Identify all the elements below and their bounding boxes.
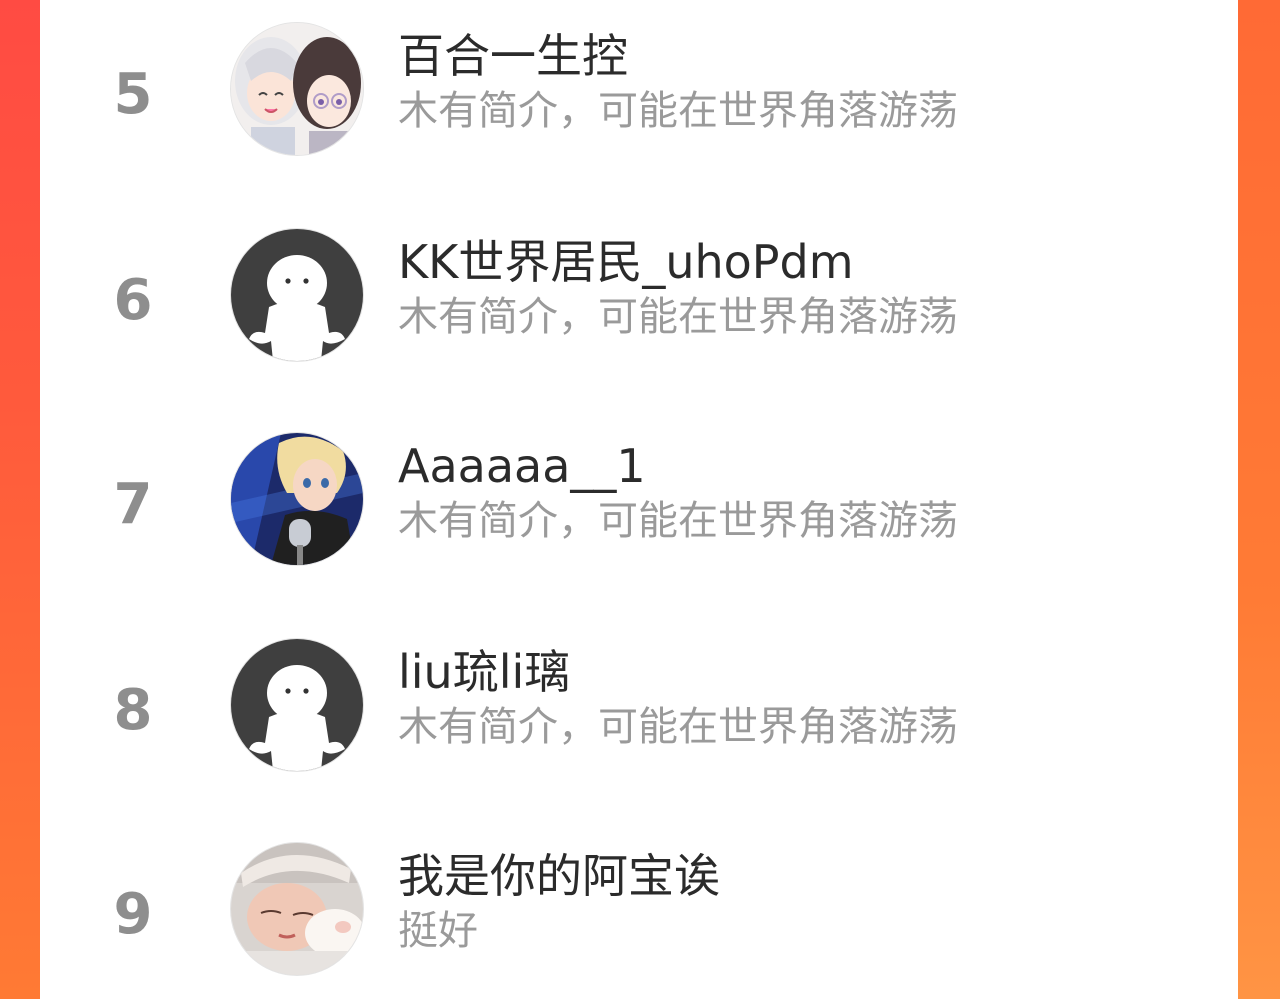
user-avatar[interactable] [230,638,364,772]
user-bio: 挺好 [398,908,478,954]
user-avatar[interactable] [230,22,364,156]
background-right-edge [1238,0,1280,999]
user-name[interactable]: KK世界居民_uhoPdm [398,234,854,290]
user-avatar[interactable] [230,842,364,976]
user-bio: 木有简介，可能在世界角落游荡 [398,294,958,340]
user-name[interactable]: Aaaaaa__1 [398,438,646,494]
rank-number: 7 [113,472,153,537]
singer-avatar-icon [231,433,363,565]
ranking-row[interactable]: 6 KK世界居民_uhoPdm 木有简介，可能在世界角落游荡 [40,228,1238,388]
user-bio: 木有简介，可能在世界角落游荡 [398,88,958,134]
user-name[interactable]: 百合一生控 [398,28,628,84]
app-background: 5 百合一生控 木有简介，可能在世界角落游荡 6 KK世界居民_uhoPdm 木… [0,0,1280,999]
anime-duo-avatar-icon [231,23,363,155]
rank-number: 6 [113,268,153,333]
ranking-row[interactable]: 8 liu琉li璃 木有简介，可能在世界角落游荡 [40,638,1238,798]
ranking-row[interactable]: 5 百合一生控 木有简介，可能在世界角落游荡 [40,22,1238,182]
rank-number: 5 [113,62,153,127]
default-ghost-avatar-icon [231,229,363,361]
user-name[interactable]: liu琉li璃 [398,644,570,700]
rank-number: 9 [113,882,153,947]
ranking-row[interactable]: 7 Aaaaaa__1 木有简介，可能在世界角落游荡 [40,432,1238,592]
sleeping-girl-avatar-icon [231,843,363,975]
user-bio: 木有简介，可能在世界角落游荡 [398,498,958,544]
ranking-list: 5 百合一生控 木有简介，可能在世界角落游荡 6 KK世界居民_uhoPdm 木… [40,0,1238,999]
user-avatar[interactable] [230,228,364,362]
default-ghost-avatar-icon [231,639,363,771]
ranking-row[interactable]: 9 我是你的阿宝诶 挺好 [40,842,1238,999]
user-avatar[interactable] [230,432,364,566]
user-name[interactable]: 我是你的阿宝诶 [398,848,720,904]
user-bio: 木有简介，可能在世界角落游荡 [398,704,958,750]
rank-number: 8 [113,678,153,743]
